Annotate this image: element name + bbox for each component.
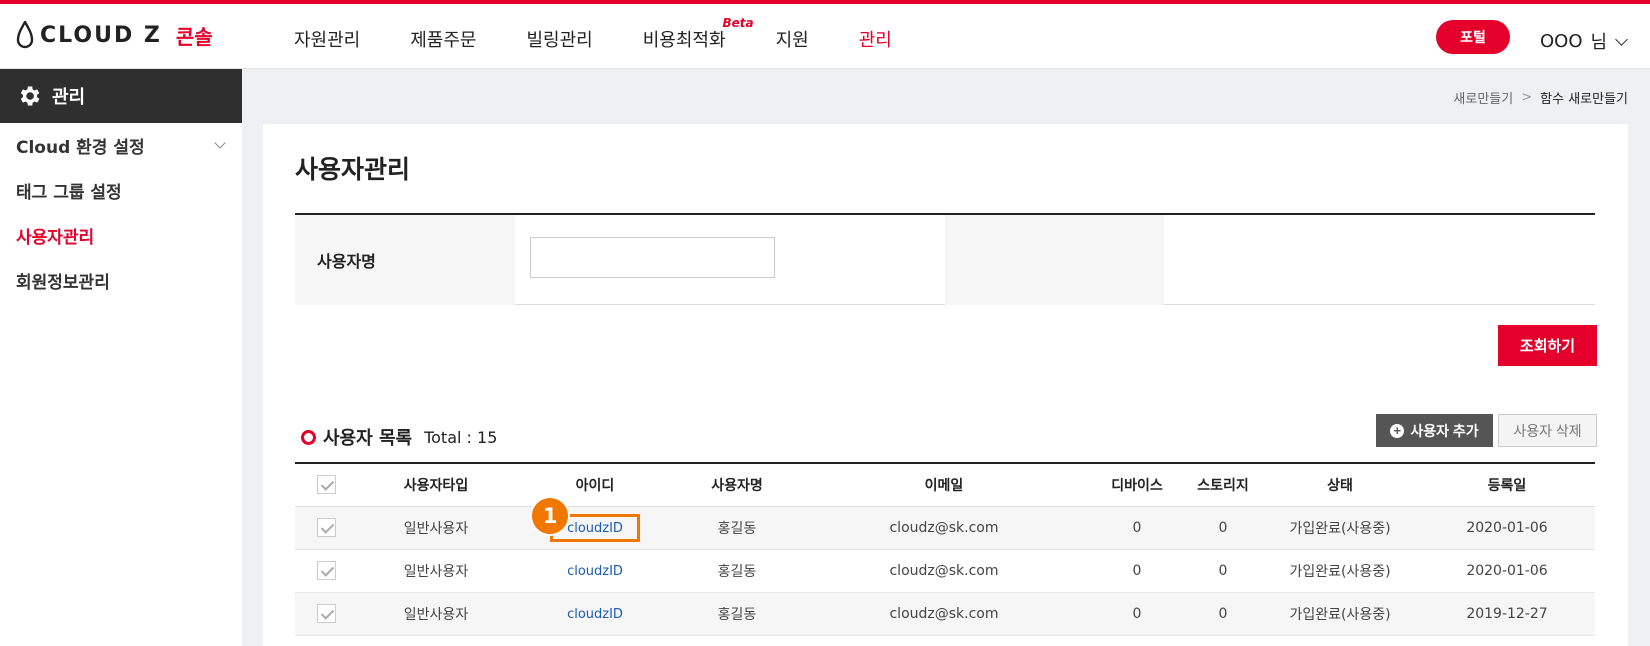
user-id-link[interactable]: cloudzID bbox=[567, 521, 623, 536]
row-select-cell bbox=[295, 549, 357, 592]
table-row: 일반사용자 cloudzID 홍길동 cloudz@sk.com 0 0 가입완… bbox=[295, 506, 1595, 549]
breadcrumb-separator: > bbox=[1521, 90, 1533, 105]
sidebar-header: 관리 bbox=[0, 69, 242, 123]
column-header: 사용자타입 bbox=[403, 477, 469, 494]
drop-logo-icon bbox=[16, 21, 34, 49]
cell-date: 2019-12-27 bbox=[1466, 605, 1548, 622]
cell-name: 홍길동 bbox=[717, 606, 757, 623]
nav-order[interactable]: 제품주문 bbox=[410, 26, 476, 52]
sidebar-item-label: Cloud 환경 설정 bbox=[16, 138, 145, 158]
cell-name: 홍길동 bbox=[717, 563, 757, 580]
column-header: 디바이스 bbox=[1111, 477, 1163, 494]
logo-subtitle: 콘솔 bbox=[175, 24, 213, 49]
ring-bullet-icon bbox=[301, 429, 316, 445]
nav-cost-label: 비용최적화 bbox=[642, 30, 726, 51]
nav-resource[interactable]: 자원관리 bbox=[294, 26, 360, 52]
select-all-checkbox[interactable] bbox=[316, 475, 336, 495]
cell-type: 일반사용자 bbox=[403, 563, 469, 580]
sidebar-item-user-management[interactable]: 사용자관리 bbox=[0, 213, 242, 258]
cell-name: 홍길동 bbox=[717, 520, 757, 537]
annotation-badge: 1 bbox=[530, 496, 570, 536]
cell-email: cloudz@sk.com bbox=[889, 519, 999, 536]
sidebar-item-member-info[interactable]: 회원정보관리 bbox=[0, 258, 242, 303]
logo[interactable]: CLOUD Z 콘솔 bbox=[16, 20, 213, 50]
add-user-label: 사용자 추가 bbox=[1410, 422, 1479, 439]
row-checkbox[interactable] bbox=[316, 604, 336, 623]
nav-cost[interactable]: 비용최적화 Beta bbox=[642, 16, 754, 52]
username-search-input[interactable] bbox=[530, 237, 775, 278]
search-form: 사용자명 bbox=[295, 213, 1595, 305]
beta-badge: Beta bbox=[722, 16, 754, 30]
row-select-cell bbox=[295, 506, 357, 549]
logo-text: CLOUD Z bbox=[40, 22, 162, 48]
chevron-down-icon bbox=[1615, 32, 1628, 46]
plus-circle-icon: + bbox=[1390, 423, 1405, 438]
sidebar: 관리 Cloud 환경 설정 태그 그룹 설정 사용자관리 회원정보관리 bbox=[0, 69, 242, 646]
cell-status: 가입완료(사용중) bbox=[1289, 563, 1391, 580]
cell-status: 가입완료(사용중) bbox=[1289, 606, 1391, 623]
main-nav: 자원관리 제품주문 빌링관리 비용최적화 Beta 지원 관리 bbox=[294, 16, 942, 52]
total-count: Total : 15 bbox=[424, 427, 498, 447]
table-row: 일반사용자 cloudzID 홍길동 cloudz@sk.com 0 0 가입완… bbox=[295, 549, 1595, 592]
delete-user-button[interactable]: 사용자 삭제 bbox=[1498, 414, 1597, 447]
row-checkbox[interactable] bbox=[316, 518, 336, 537]
query-button[interactable]: 조회하기 bbox=[1498, 325, 1597, 366]
chevron-down-icon bbox=[214, 137, 226, 149]
sidebar-item-cloud-settings[interactable]: Cloud 환경 설정 bbox=[0, 123, 242, 168]
cell-devices: 0 bbox=[1132, 605, 1142, 622]
search-label: 사용자명 bbox=[295, 215, 515, 305]
column-header: 이메일 bbox=[924, 477, 964, 494]
sidebar-item-label: 사용자관리 bbox=[16, 228, 95, 248]
user-id-link[interactable]: cloudzID bbox=[567, 607, 623, 622]
user-name: OOO bbox=[1540, 30, 1583, 52]
column-header: 사용자명 bbox=[711, 477, 763, 494]
cell-status: 가입완료(사용중) bbox=[1289, 520, 1391, 537]
breadcrumb-current: 함수 새로만들기 bbox=[1540, 92, 1628, 107]
cell-type: 일반사용자 bbox=[403, 606, 469, 623]
list-header: 사용자 목록 Total : 15 bbox=[301, 424, 497, 450]
user-table: 사용자타입 아이디 사용자명 이메일 디바이스 스토리지 상태 등록일 일반사용… bbox=[295, 462, 1595, 636]
cell-devices: 0 bbox=[1132, 519, 1142, 536]
select-all-cell bbox=[295, 463, 357, 506]
breadcrumb-parent[interactable]: 새로만들기 bbox=[1453, 88, 1513, 107]
cell-devices: 0 bbox=[1132, 562, 1142, 579]
sidebar-item-label: 회원정보관리 bbox=[16, 273, 110, 293]
column-header: 스토리지 bbox=[1197, 477, 1249, 494]
user-menu[interactable]: OOO 님 bbox=[1540, 28, 1628, 54]
empty-label-cell bbox=[945, 215, 1164, 305]
cell-type: 일반사용자 bbox=[403, 520, 469, 537]
page-title: 사용자관리 bbox=[295, 155, 411, 184]
list-title: 사용자 목록 bbox=[323, 428, 413, 449]
row-select-cell bbox=[295, 592, 357, 635]
portal-button[interactable]: 포털 bbox=[1436, 20, 1510, 54]
cell-email: cloudz@sk.com bbox=[889, 605, 999, 622]
breadcrumb: 새로만들기 > 함수 새로만들기 bbox=[1453, 88, 1628, 107]
nav-support[interactable]: 지원 bbox=[776, 26, 809, 52]
cell-id: cloudzID bbox=[515, 592, 675, 635]
sidebar-item-tag-group[interactable]: 태그 그룹 설정 bbox=[0, 168, 242, 213]
cell-storage: 0 bbox=[1218, 562, 1228, 579]
content-panel: 사용자관리 사용자명 조회하기 사용자 목록 Total : 15 + 사용자 … bbox=[263, 124, 1628, 646]
user-suffix: 님 bbox=[1590, 32, 1608, 53]
cell-storage: 0 bbox=[1218, 519, 1228, 536]
cell-date: 2020-01-06 bbox=[1466, 519, 1548, 536]
header: CLOUD Z 콘솔 자원관리 제품주문 빌링관리 비용최적화 Beta 지원 관… bbox=[0, 4, 1650, 69]
column-header: 등록일 bbox=[1487, 477, 1527, 494]
user-id-link[interactable]: cloudzID bbox=[567, 564, 623, 579]
gear-icon bbox=[20, 86, 40, 106]
nav-admin[interactable]: 관리 bbox=[859, 26, 892, 52]
cell-email: cloudz@sk.com bbox=[889, 562, 999, 579]
cell-storage: 0 bbox=[1218, 605, 1228, 622]
cell-date: 2020-01-06 bbox=[1466, 562, 1548, 579]
column-header: 상태 bbox=[1327, 477, 1353, 494]
row-checkbox[interactable] bbox=[316, 561, 336, 580]
sidebar-item-label: 태그 그룹 설정 bbox=[16, 183, 122, 203]
nav-billing[interactable]: 빌링관리 bbox=[527, 26, 593, 52]
sidebar-title: 관리 bbox=[52, 87, 86, 108]
cell-id: cloudzID bbox=[515, 549, 675, 592]
table-row: 일반사용자 cloudzID 홍길동 cloudz@sk.com 0 0 가입완… bbox=[295, 592, 1595, 635]
table-header-row: 사용자타입 아이디 사용자명 이메일 디바이스 스토리지 상태 등록일 bbox=[295, 463, 1595, 506]
add-user-button[interactable]: + 사용자 추가 bbox=[1376, 414, 1493, 447]
